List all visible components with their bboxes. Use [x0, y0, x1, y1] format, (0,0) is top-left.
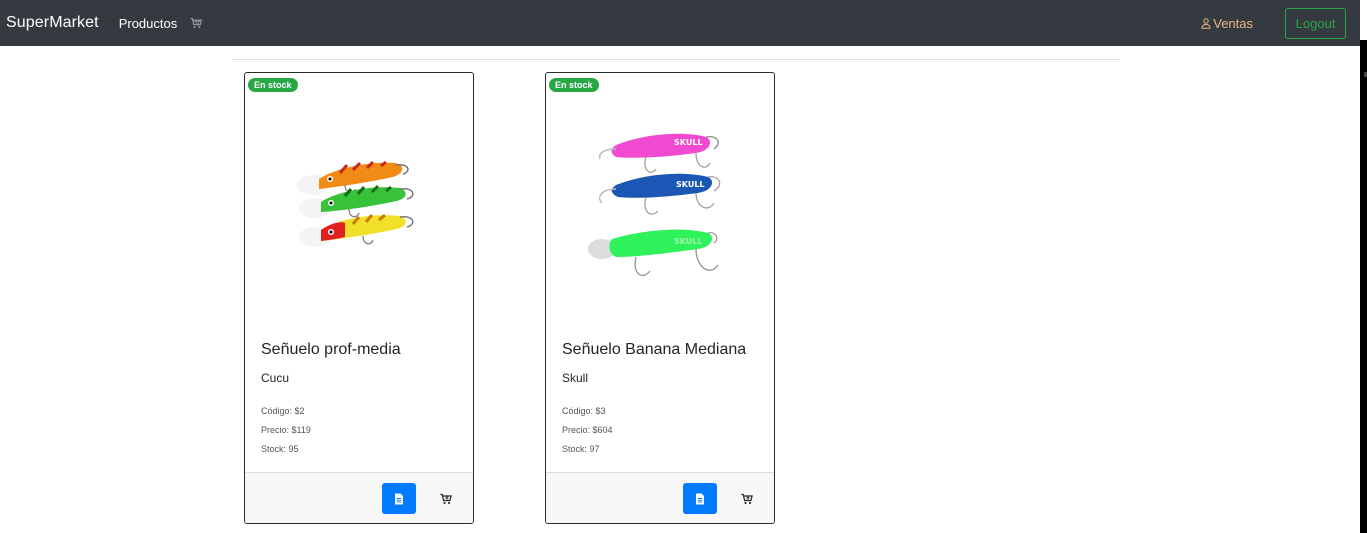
ventas-link[interactable]: Ventas — [1201, 16, 1253, 31]
user-icon — [1201, 18, 1211, 29]
product-stock: Stock: 95 — [261, 444, 299, 454]
add-to-cart-button[interactable] — [429, 483, 463, 514]
svg-text:SKULL: SKULL — [674, 138, 703, 147]
detail-button[interactable] — [683, 483, 717, 514]
product-card: En stock Señuelo prof-media Cucu Código:… — [244, 72, 474, 524]
product-price: Precio: $119 — [261, 425, 311, 435]
add-to-cart-icon — [440, 493, 452, 504]
stock-badge: En stock — [549, 78, 599, 92]
cart-icon[interactable] — [190, 17, 203, 30]
scrollbar[interactable] — [1360, 40, 1367, 533]
navbar: SuperMarket Productos Ventas Logout — [0, 0, 1360, 46]
product-brand: Cucu — [261, 371, 290, 385]
product-title: Señuelo prof-media — [261, 341, 401, 358]
product-code: Código: $2 — [261, 406, 305, 416]
add-to-cart-button[interactable] — [730, 483, 764, 514]
nav-link-productos[interactable]: Productos — [119, 16, 178, 31]
brand-logo[interactable]: SuperMarket — [6, 14, 99, 32]
card-footer — [546, 472, 774, 523]
navbar-right: Ventas Logout — [1201, 8, 1346, 39]
product-code: Código: $3 — [562, 406, 606, 416]
divider — [232, 59, 1120, 60]
card-footer — [245, 472, 473, 523]
product-card: SKULL SKULL SKULL En stock Señuelo Banan… — [545, 72, 775, 524]
product-image: SKULL SKULL SKULL — [588, 133, 721, 276]
svg-text:SKULL: SKULL — [676, 180, 705, 189]
product-title: Señuelo Banana Mediana — [562, 341, 747, 358]
svg-text:SKULL: SKULL — [674, 237, 703, 246]
product-brand: Skull — [562, 371, 589, 385]
ventas-label: Ventas — [1213, 16, 1253, 31]
document-icon — [696, 493, 704, 504]
document-icon — [395, 493, 403, 504]
detail-button[interactable] — [382, 483, 416, 514]
logout-button[interactable]: Logout — [1285, 8, 1346, 39]
add-to-cart-icon — [741, 493, 753, 504]
product-image — [297, 160, 414, 247]
product-stock: Stock: 97 — [562, 444, 600, 454]
stock-badge: En stock — [248, 78, 298, 92]
product-price: Precio: $604 — [562, 425, 613, 435]
